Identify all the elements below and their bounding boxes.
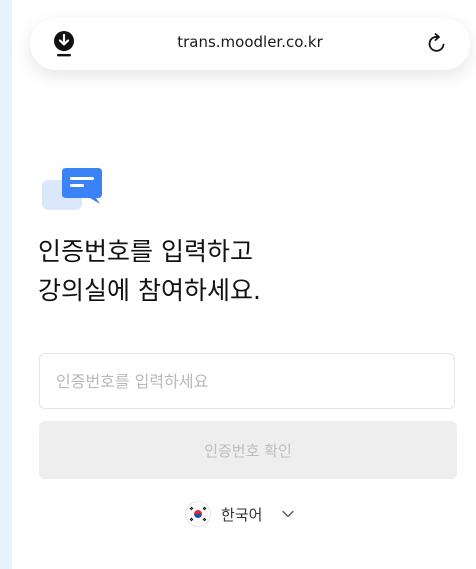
language-label: 한국어 <box>221 505 263 524</box>
title-line-2: 강의실에 참여하세요. <box>38 276 261 305</box>
address-bar[interactable]: trans.moodler.co.kr <box>30 18 470 70</box>
page-frame: trans.moodler.co.kr 인증번호를 입력하고 강의실에 참여하세… <box>12 0 476 569</box>
confirm-code-button[interactable]: 인증번호 확인 <box>39 421 457 479</box>
language-selector[interactable]: 한국어 <box>185 500 295 528</box>
url-text[interactable]: trans.moodler.co.kr <box>30 33 470 51</box>
verification-code-input[interactable] <box>39 353 455 409</box>
reload-icon[interactable] <box>426 32 448 54</box>
korea-flag-icon <box>185 501 211 527</box>
chevron-down-icon <box>282 510 295 518</box>
page-title: 인증번호를 입력하고 강의실에 참여하세요. <box>38 232 261 310</box>
title-line-1: 인증번호를 입력하고 <box>38 237 253 266</box>
chat-bubbles-icon <box>42 168 102 210</box>
